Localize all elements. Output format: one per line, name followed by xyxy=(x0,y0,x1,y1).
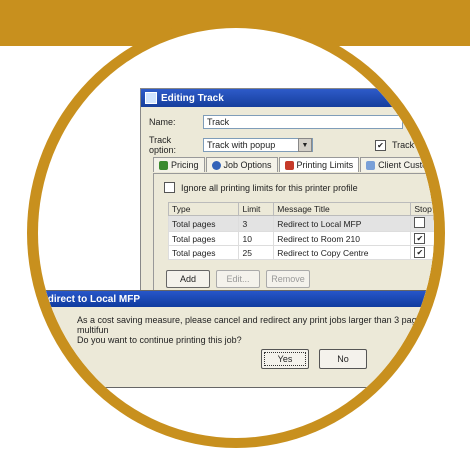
tab-bar: Pricing Job Options Printing Limits Clie… xyxy=(153,157,434,172)
tab-pricing[interactable]: Pricing xyxy=(153,157,205,172)
track-option-select[interactable]: Track with popup ▼ xyxy=(203,138,313,152)
yes-button[interactable]: Yes xyxy=(261,349,309,369)
window-icon xyxy=(145,92,157,104)
chevron-down-icon[interactable]: ▼ xyxy=(298,138,312,152)
cell-limit: 25 xyxy=(238,245,275,260)
cell-type: Total pages xyxy=(167,231,240,246)
table-row[interactable]: Total pages 10 Redirect to Room 210 ✔ xyxy=(167,231,434,246)
tab-client-custom-fields-label: Client Custom Fields xyxy=(378,160,434,170)
track-option-label: Track option: xyxy=(149,135,177,155)
ignore-limits-label: Ignore all printing limits for this prin… xyxy=(181,182,358,193)
tab-job-options-label: Job Options xyxy=(223,160,272,170)
warning-exclamation: ! xyxy=(47,325,51,337)
dialog-message: As a cost saving measure, please cancel … xyxy=(77,315,434,335)
track-print-label: Track pri xyxy=(392,140,427,150)
cell-message-title: Redirect to Room 210 xyxy=(273,231,412,246)
globe-icon xyxy=(211,160,221,170)
add-button[interactable]: Add xyxy=(166,270,210,288)
edit-button[interactable]: Edit... xyxy=(216,270,260,288)
column-header-limit[interactable]: Limit xyxy=(238,202,275,216)
track-option-value: Track with popup xyxy=(207,140,276,150)
stop-job-checkbox[interactable] xyxy=(414,217,426,228)
track-print-checkbox[interactable]: ✔ xyxy=(375,139,386,151)
stop-job-checkbox[interactable]: ✔ xyxy=(414,233,426,244)
cell-message-title: Redirect to Local MFP xyxy=(273,215,412,232)
name-value: Track xyxy=(207,117,230,127)
tab-printing-limits-label: Printing Limits xyxy=(296,160,354,170)
printer-limit-icon xyxy=(284,160,294,170)
cell-limit: 10 xyxy=(238,231,275,246)
remove-button[interactable]: Remove xyxy=(266,270,310,288)
table-row[interactable]: Total pages 25 Redirect to Copy Centre ✔ xyxy=(167,245,434,260)
name-field[interactable]: Track xyxy=(203,115,403,129)
cell-stop-job: ✔ xyxy=(410,231,434,246)
tab-job-options[interactable]: Job Options xyxy=(205,157,278,172)
column-header-message-title[interactable]: Message Title xyxy=(273,202,412,216)
dialog-question: Do you want to continue printing this jo… xyxy=(77,335,242,345)
stop-job-checkbox[interactable]: ✔ xyxy=(414,247,426,258)
limits-table: Type Limit Message Title Stop Job Total … xyxy=(167,202,434,260)
money-icon xyxy=(159,160,168,170)
name-label: Name: xyxy=(149,117,176,127)
tab-client-custom-fields[interactable]: Client Custom Fields xyxy=(360,157,434,172)
fields-icon xyxy=(366,160,376,170)
cell-type: Total pages xyxy=(167,215,240,232)
cell-stop-job xyxy=(410,215,434,232)
printing-limits-panel: Ignore all printing limits for this prin… xyxy=(153,173,434,295)
table-row[interactable]: Total pages 3 Redirect to Local MFP xyxy=(167,215,434,232)
dialog-title: Redirect to Local MFP xyxy=(38,291,434,307)
screenshot-viewport: Editing Track Name: Track Track option: … xyxy=(38,28,434,438)
cell-type: Total pages xyxy=(167,245,240,260)
redirect-alert-dialog: Redirect to Local MFP ! As a cost saving… xyxy=(38,290,434,388)
tab-printing-limits[interactable]: Printing Limits xyxy=(278,157,360,172)
window-title: Editing Track xyxy=(161,92,224,104)
no-button[interactable]: No xyxy=(319,349,367,369)
cell-stop-job: ✔ xyxy=(410,245,434,260)
cell-message-title: Redirect to Copy Centre xyxy=(273,245,412,260)
window-titlebar: Editing Track xyxy=(141,89,434,107)
editing-track-window: Editing Track Name: Track Track option: … xyxy=(140,88,434,300)
column-header-stop-job[interactable]: Stop Job xyxy=(410,202,434,216)
tab-pricing-label: Pricing xyxy=(171,160,199,170)
ignore-limits-checkbox[interactable] xyxy=(164,182,175,193)
cell-limit: 3 xyxy=(238,215,275,232)
column-header-type[interactable]: Type xyxy=(167,202,240,216)
